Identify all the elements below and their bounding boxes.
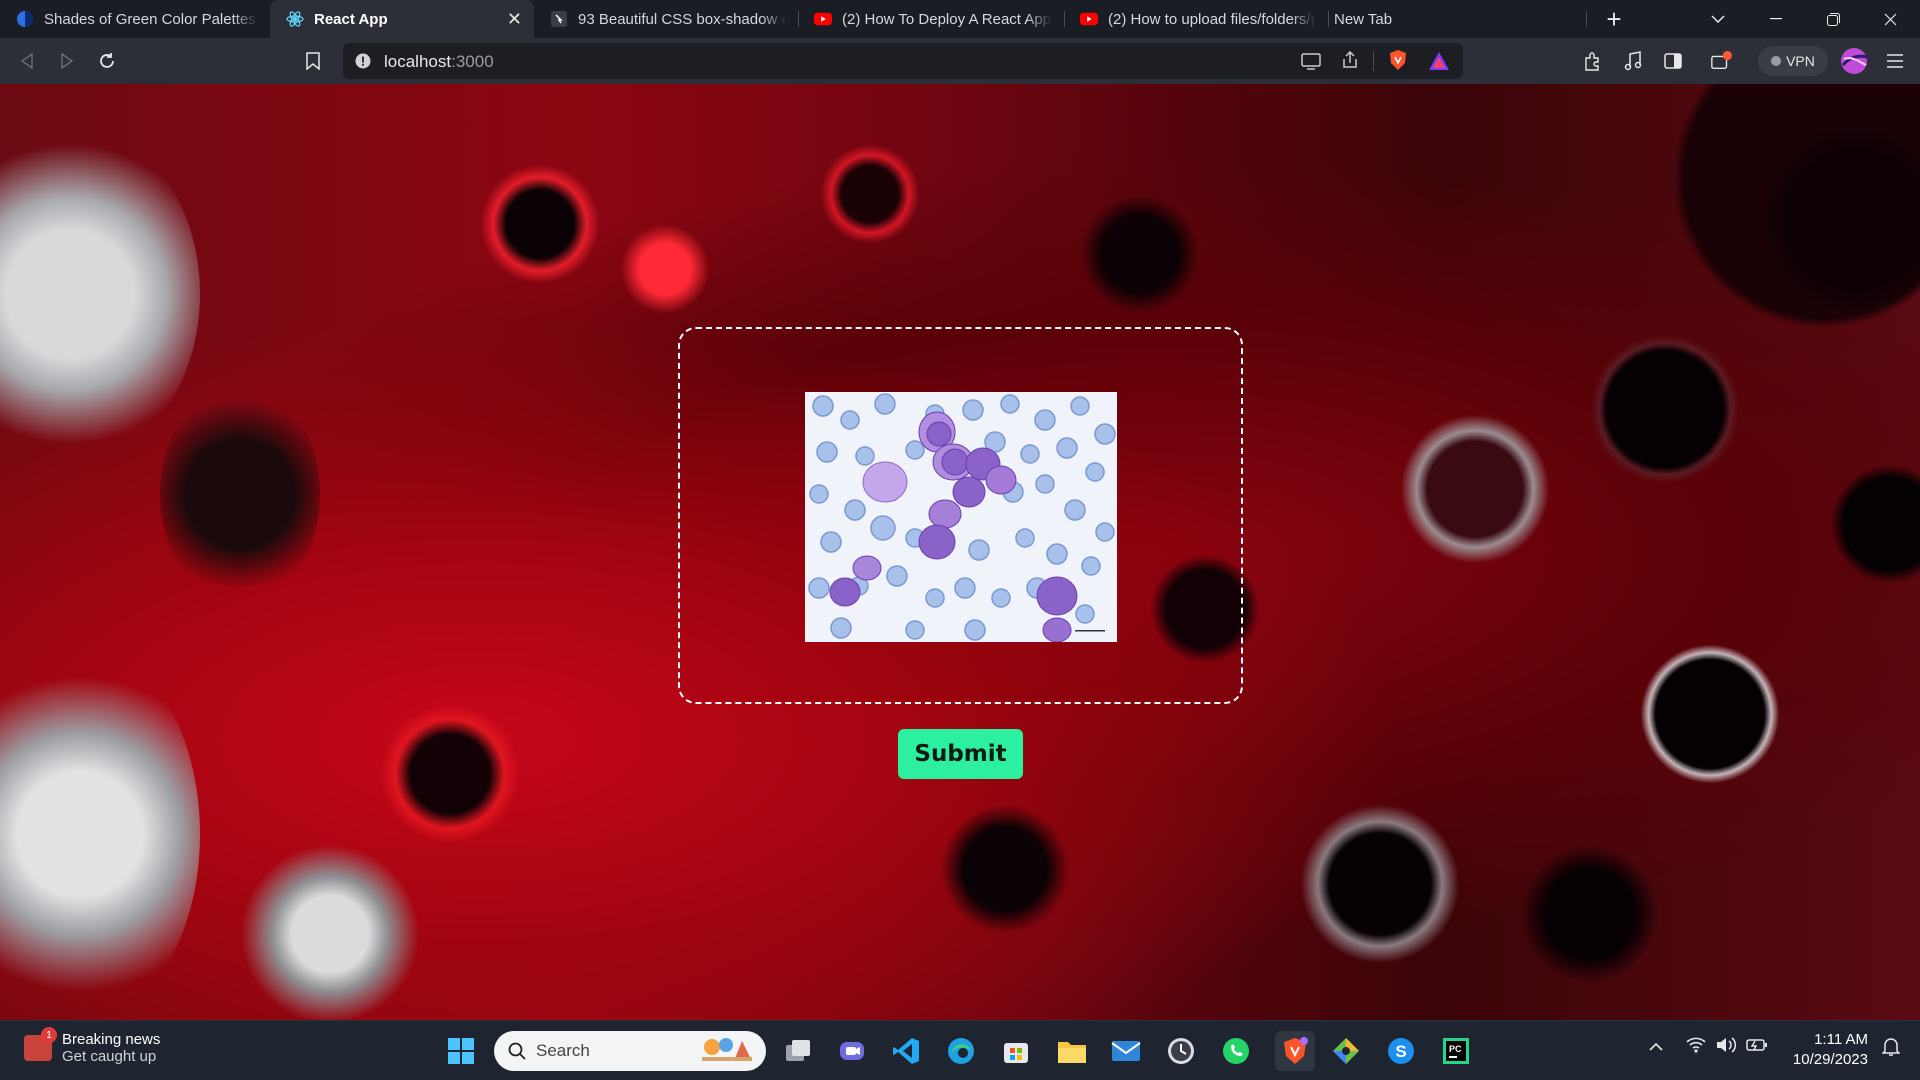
- vscode-icon[interactable]: [890, 1035, 922, 1067]
- clock-app-icon[interactable]: [1165, 1035, 1197, 1067]
- globe-icon: [16, 10, 34, 28]
- file-explorer-icon[interactable]: [1056, 1035, 1088, 1067]
- share-icon[interactable]: [1341, 50, 1359, 74]
- menu-icon[interactable]: [1884, 50, 1906, 72]
- system-clock[interactable]: 1:11 AM 10/29/2023: [1786, 1030, 1868, 1070]
- extensions-icon[interactable]: [1582, 50, 1604, 72]
- tab-title: React App: [314, 10, 388, 28]
- teams-chat-icon[interactable]: [836, 1035, 868, 1067]
- image-dropzone[interactable]: [678, 327, 1243, 704]
- search-highlight-icon: [698, 1035, 756, 1068]
- svg-text:S: S: [1395, 1042, 1406, 1061]
- sidebar-icon[interactable]: [1662, 50, 1684, 72]
- taskbar-search[interactable]: Search: [494, 1031, 766, 1071]
- close-window-icon[interactable]: [1862, 0, 1918, 38]
- submit-button[interactable]: Submit: [898, 729, 1023, 779]
- search-placeholder: Search: [536, 1041, 590, 1060]
- brave-shield-icon[interactable]: [1388, 49, 1408, 76]
- tab-react-app[interactable]: React App ✕: [270, 0, 534, 38]
- tab-deploy-react[interactable]: (2) How To Deploy A React App T: [798, 0, 1064, 38]
- search-icon: [508, 1042, 526, 1060]
- tab-strip: Shades of Green Color Palettes – React A…: [0, 0, 1920, 38]
- url-text: localhost:3000: [384, 52, 494, 72]
- start-menu-icon[interactable]: [445, 1035, 477, 1067]
- vpn-label: VPN: [1786, 53, 1815, 69]
- url-host: localhost: [384, 52, 452, 71]
- page-background: Submit: [0, 84, 1920, 1020]
- volume-icon[interactable]: [1716, 1037, 1737, 1057]
- code-icon: [550, 10, 568, 28]
- battery-icon[interactable]: [1746, 1038, 1768, 1056]
- profile-avatar[interactable]: [1840, 47, 1868, 75]
- notifications-icon[interactable]: [1881, 1037, 1901, 1061]
- reload-icon[interactable]: [96, 50, 118, 72]
- mail-icon[interactable]: [1110, 1035, 1142, 1067]
- forward-icon[interactable]: [56, 50, 78, 72]
- pycharm-icon[interactable]: PC: [1440, 1035, 1472, 1067]
- vpn-button[interactable]: VPN: [1758, 46, 1828, 76]
- browser-toolbar: localhost:3000 VPN: [0, 38, 1920, 84]
- react-icon: [286, 10, 304, 28]
- tab-title: New Tab: [1334, 10, 1393, 28]
- tab-title: Shades of Green Color Palettes –: [44, 10, 258, 28]
- wifi-icon[interactable]: [1686, 1037, 1706, 1057]
- vpn-status-icon: [1771, 56, 1782, 66]
- tab-shades-of-green[interactable]: Shades of Green Color Palettes –: [0, 0, 270, 38]
- news-subtitle: Get caught up: [62, 1048, 157, 1065]
- tab-new-tab[interactable]: New Tab: [1328, 0, 1568, 38]
- site-info-icon[interactable]: [355, 53, 371, 74]
- whatsapp-icon[interactable]: [1220, 1035, 1252, 1067]
- brave-rewards-icon[interactable]: [1428, 51, 1450, 76]
- tab-upload-files[interactable]: (2) How to upload files/folders/p: [1064, 0, 1328, 38]
- clock-date: 10/29/2023: [1792, 1051, 1868, 1068]
- tab-title: (2) How To Deploy A React App T: [842, 10, 1052, 28]
- new-tab-button[interactable]: +: [1586, 0, 1642, 38]
- news-widget[interactable]: 1 Breaking news Get caught up: [24, 1027, 161, 1065]
- skype-icon[interactable]: S: [1385, 1035, 1417, 1067]
- tab-css-box-shadow[interactable]: 93 Beautiful CSS box-shadow exa: [534, 0, 798, 38]
- tab-search-chevron-icon[interactable]: [1690, 0, 1746, 38]
- cast-icon[interactable]: [1301, 52, 1321, 75]
- blood-smear-image: [805, 392, 1117, 642]
- show-hidden-icons[interactable]: [1649, 1039, 1663, 1056]
- tab-title: (2) How to upload files/folders/p: [1108, 10, 1316, 28]
- restore-icon[interactable]: [1805, 0, 1861, 38]
- clock-time: 1:11 AM: [1814, 1031, 1868, 1048]
- svg-text:PC: PC: [1449, 1044, 1462, 1054]
- news-icon: 1: [24, 1027, 57, 1061]
- minimize-icon[interactable]: [1748, 0, 1804, 38]
- back-icon[interactable]: [16, 50, 38, 72]
- address-bar[interactable]: localhost:3000: [343, 43, 1463, 79]
- bookmark-icon[interactable]: [302, 50, 324, 72]
- image-preview: [805, 392, 1117, 642]
- microsoft-store-icon[interactable]: [1000, 1035, 1032, 1067]
- windows-taskbar: 1 Breaking news Get caught up Search S P…: [0, 1020, 1920, 1080]
- task-view-icon[interactable]: [782, 1035, 814, 1067]
- url-port: :3000: [451, 52, 494, 71]
- youtube-icon: [814, 10, 832, 28]
- wallet-notification-icon[interactable]: [1710, 50, 1732, 72]
- news-badge: 1: [41, 1027, 57, 1043]
- tab-title: 93 Beautiful CSS box-shadow exa: [578, 10, 786, 28]
- edge-icon[interactable]: [945, 1035, 977, 1067]
- git-tool-icon[interactable]: [1330, 1035, 1362, 1067]
- brave-browser-icon[interactable]: [1275, 1031, 1315, 1071]
- media-icon[interactable]: [1622, 50, 1644, 72]
- news-title: Breaking news: [62, 1031, 161, 1048]
- close-tab-icon[interactable]: ✕: [507, 9, 522, 30]
- youtube-icon: [1080, 10, 1098, 28]
